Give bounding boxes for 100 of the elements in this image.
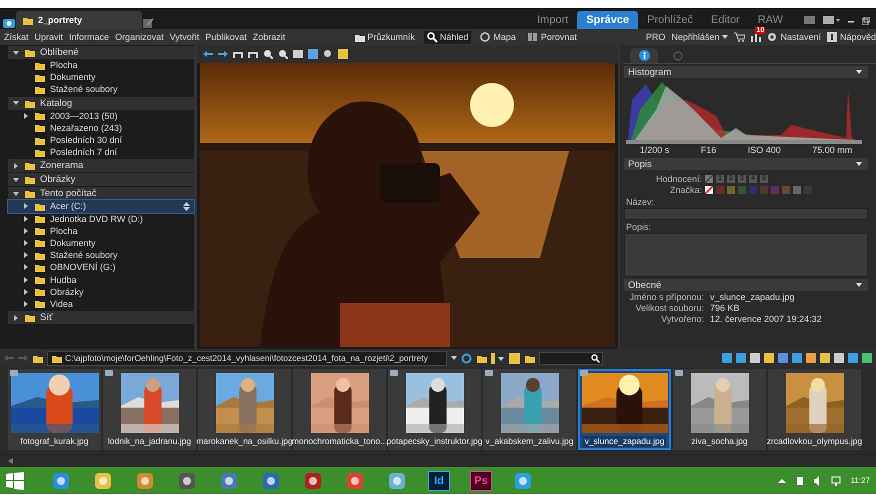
thumbnail[interactable]: marokanek_na_osilku.jpg — [198, 369, 291, 450]
color-label-swatch[interactable] — [749, 186, 757, 194]
thumbnail[interactable]: v_slunce_zapadu.jpg — [578, 369, 671, 450]
thumbnail[interactable]: monochromaticka_tono... — [293, 369, 386, 450]
app-icon[interactable] — [262, 472, 280, 490]
color-label-swatch[interactable] — [793, 186, 801, 194]
sort-icon[interactable] — [491, 352, 505, 364]
new-tab-icon[interactable] — [142, 17, 154, 29]
app-icon[interactable] — [514, 472, 532, 490]
tree-item[interactable]: Dokumenty — [8, 71, 194, 84]
tree-item[interactable]: 2003—2013 (50) — [8, 110, 194, 122]
tree-section-header[interactable]: Tento počítač — [8, 187, 194, 200]
restore-icon[interactable] — [862, 16, 870, 24]
expand-arrow-icon[interactable] — [23, 276, 29, 284]
expand-arrow-icon[interactable] — [23, 202, 29, 210]
thumbnail[interactable]: ziva_socha.jpg — [673, 369, 766, 450]
name-field[interactable] — [624, 208, 868, 220]
mode-tab[interactable]: Import — [528, 11, 578, 29]
view-tab[interactable]: Mapa — [477, 30, 519, 44]
color-label-swatch[interactable] — [760, 186, 768, 194]
taskbar-app[interactable]: Ps — [470, 470, 492, 490]
tree-section-header[interactable]: Zonerama — [8, 159, 194, 172]
collapse-arrow-icon[interactable] — [12, 190, 20, 198]
menu-item[interactable]: Publikovat — [205, 32, 247, 42]
expand-arrow-icon[interactable] — [12, 162, 20, 170]
app-icon[interactable] — [346, 472, 364, 490]
clock[interactable]: 11:27 — [850, 476, 870, 485]
tree-item[interactable]: Stažené soubory — [8, 83, 194, 96]
section-header[interactable]: Histogram — [624, 66, 868, 78]
info-tab[interactable] — [630, 48, 658, 63]
color-label-swatch[interactable] — [782, 186, 790, 194]
color-label-swatch[interactable] — [738, 186, 746, 194]
color-label-swatch[interactable] — [727, 186, 735, 194]
app-icon[interactable] — [388, 472, 406, 490]
mode-tab[interactable]: Prohlížeč — [638, 11, 702, 29]
tree-item[interactable]: Nezařazeno (243) — [8, 122, 194, 134]
tree-item[interactable]: Acer (C:) — [8, 200, 194, 212]
tree-item[interactable]: Obrázky — [8, 286, 194, 298]
thumbnail[interactable]: lodnik_na_jadranu.jpg — [103, 369, 196, 450]
path-field[interactable]: C:\ajpfoto\moje\forOehling\Foto_z_cest2014_vyhlaseni\fotozcest2014_fota_na_rozjeti\2_portrety — [47, 350, 447, 366]
expand-arrow-icon[interactable] — [23, 288, 29, 296]
refresh-icon[interactable] — [461, 352, 472, 364]
menu-item[interactable]: Informace — [69, 32, 110, 42]
menu-item[interactable]: Zobrazit — [252, 32, 286, 42]
expand-arrow-icon[interactable] — [23, 238, 29, 247]
description-field[interactable] — [624, 233, 868, 277]
zoom-in-icon[interactable] — [263, 49, 273, 59]
menu-item[interactable]: Vytvořit — [170, 32, 200, 42]
tree-section-header[interactable]: Obrázky — [8, 173, 194, 186]
view-tab[interactable]: Porovnat — [524, 30, 580, 44]
menu-item[interactable]: Upravit — [34, 32, 64, 42]
user-menu[interactable]: Nepřihlášen — [671, 32, 728, 42]
back-arrow-icon[interactable] — [203, 49, 213, 59]
collapse-arrow-icon[interactable] — [12, 99, 20, 108]
settings-button[interactable]: Nastavení — [767, 32, 821, 42]
no-label-icon[interactable] — [705, 186, 713, 194]
tree-section-header[interactable]: Síť — [8, 311, 194, 324]
document-tab[interactable]: 2_portrety — [16, 11, 142, 29]
scroll-arrows-icon[interactable] — [183, 202, 190, 211]
expand-arrow-icon[interactable] — [23, 251, 29, 260]
tree-section-header[interactable]: Katalog — [8, 96, 194, 110]
collapse-arrow-icon[interactable] — [12, 176, 20, 184]
zoom-out-icon[interactable] — [278, 49, 288, 59]
mode-tab[interactable]: Editor — [702, 11, 749, 29]
help-button[interactable]: Nápověd — [826, 32, 876, 42]
thumbnail[interactable]: v_akabskem_zalivu.jpg — [483, 369, 576, 450]
mode-tab[interactable]: Správce — [577, 11, 638, 29]
menu-item[interactable]: Organizovat — [115, 32, 164, 42]
cart-icon[interactable] — [734, 32, 746, 42]
network-icon[interactable] — [830, 476, 841, 486]
expand-arrow-icon[interactable] — [23, 263, 29, 272]
camera-icon[interactable] — [2, 17, 16, 29]
expand-arrow-icon[interactable] — [12, 314, 20, 322]
expand-arrow-icon[interactable] — [23, 300, 29, 308]
tree-item[interactable]: Plocha — [8, 224, 194, 237]
thumbnail[interactable]: zrcadlovkou_olympus.jpg — [768, 369, 861, 450]
color-label-swatch[interactable] — [771, 186, 779, 194]
dropdown-icon[interactable] — [451, 356, 457, 360]
color-label-swatch[interactable] — [716, 186, 724, 194]
bars-icon[interactable] — [751, 32, 762, 42]
tree-item[interactable]: Videa — [8, 298, 194, 310]
tree-item[interactable]: Posledních 30 dní — [8, 134, 194, 146]
tree-item[interactable]: Posledních 7 dní — [8, 146, 194, 158]
app-icon[interactable] — [220, 472, 238, 490]
app-icon[interactable] — [52, 472, 70, 490]
tree-section-header[interactable]: Oblíbené — [8, 46, 194, 59]
view-tab[interactable]: Průzkumník — [351, 30, 418, 44]
app-icon[interactable] — [136, 472, 154, 490]
collapse-arrow-icon[interactable] — [12, 48, 20, 56]
app-icon[interactable] — [178, 472, 196, 490]
expand-arrow-icon[interactable] — [23, 214, 29, 223]
search-field[interactable] — [539, 352, 603, 364]
taskbar-app[interactable]: Id — [428, 470, 450, 490]
expand-arrow-icon[interactable] — [23, 226, 29, 235]
tree-item[interactable]: Jednotka DVD RW (D:) — [8, 212, 194, 225]
tree-item[interactable]: Hudba — [8, 273, 194, 286]
section-header[interactable]: Popis — [624, 158, 868, 170]
tree-item[interactable]: Plocha — [8, 59, 194, 72]
section-header[interactable]: Obecné — [624, 279, 868, 291]
no-rating-icon[interactable] — [705, 174, 713, 182]
